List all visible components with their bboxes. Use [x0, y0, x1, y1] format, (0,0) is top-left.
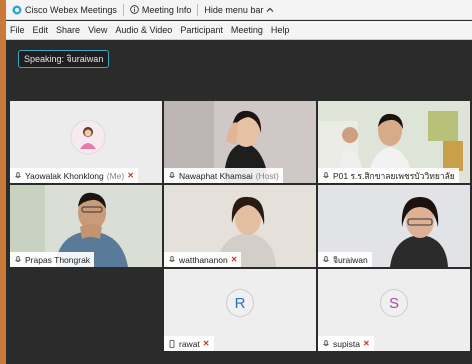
- microphone-icon: [169, 255, 175, 262]
- muted-mic-icon: ✕: [127, 171, 134, 180]
- muted-mic-icon: ✕: [202, 339, 210, 348]
- menu-file[interactable]: File: [6, 25, 29, 35]
- participant-name-bar: rawat ✕: [164, 336, 214, 351]
- muted-mic-icon: ✕: [362, 339, 370, 348]
- participant-name-bar: Nawaphat Khamsai (Host): [164, 168, 283, 183]
- avatar: R: [226, 289, 254, 317]
- video-tile-p01[interactable]: P01 ร.ร.สิกขาลยเพชรบัววิทยาลัย: [318, 101, 470, 183]
- menu-view[interactable]: View: [84, 25, 111, 35]
- video-tile-nawaphat[interactable]: Nawaphat Khamsai (Host): [164, 101, 316, 183]
- video-tile-prapas[interactable]: Prapas Thongrak: [10, 185, 162, 267]
- title-bar: Cisco Webex Meetings Meeting Info Hide m…: [6, 0, 472, 20]
- chevron-up-icon: [267, 7, 274, 12]
- meeting-info-button[interactable]: Meeting Info: [124, 0, 198, 20]
- webex-logo-icon: [12, 5, 22, 14]
- microphone-icon: [15, 255, 21, 262]
- participant-name-bar: P01 ร.ร.สิกขาลยเพชรบัววิทยาลัย: [318, 168, 459, 183]
- menu-edit[interactable]: Edit: [29, 25, 53, 35]
- participant-name-bar: watthananon ✕: [164, 252, 242, 267]
- app-title: Cisco Webex Meetings: [6, 0, 123, 20]
- video-tile-active-speaker[interactable]: จิuraiwan: [318, 185, 470, 267]
- microphone-icon: [15, 171, 21, 178]
- participant-name-bar: Yaowalak Khonklong (Me) ✕: [10, 168, 138, 183]
- participant-name-bar: Prapas Thongrak: [10, 252, 95, 267]
- info-icon: [130, 5, 139, 14]
- menu-meeting[interactable]: Meeting: [227, 25, 267, 35]
- microphone-icon: [169, 171, 175, 178]
- video-tile-rawat[interactable]: R rawat ✕: [164, 269, 316, 351]
- phone-icon: [169, 339, 175, 348]
- speaking-indicator: Speaking: จิuraiwan: [18, 50, 110, 68]
- microphone-icon: [323, 171, 329, 178]
- microphone-icon: [323, 255, 329, 262]
- participant-name-bar: supista ✕: [318, 336, 374, 351]
- participant-name-bar: จิuraiwan: [318, 252, 372, 267]
- video-tile-yaowalak[interactable]: Yaowalak Khonklong (Me) ✕: [10, 101, 162, 183]
- profile-avatar: [70, 119, 106, 155]
- hide-menu-bar-button[interactable]: Hide menu bar: [198, 0, 280, 20]
- menu-share[interactable]: Share: [52, 25, 84, 35]
- menu-help[interactable]: Help: [267, 25, 294, 35]
- webex-window: Cisco Webex Meetings Meeting Info Hide m…: [6, 0, 472, 364]
- video-tile-watthananon[interactable]: watthananon ✕: [164, 185, 316, 267]
- menu-bar: File Edit Share View Audio & Video Parti…: [6, 21, 472, 40]
- menu-audio-video[interactable]: Audio & Video: [111, 25, 176, 35]
- video-tile-supista[interactable]: S supista ✕: [318, 269, 470, 351]
- avatar: S: [380, 289, 408, 317]
- menu-participant[interactable]: Participant: [176, 25, 227, 35]
- microphone-icon: [323, 339, 329, 346]
- muted-mic-icon: ✕: [230, 255, 238, 264]
